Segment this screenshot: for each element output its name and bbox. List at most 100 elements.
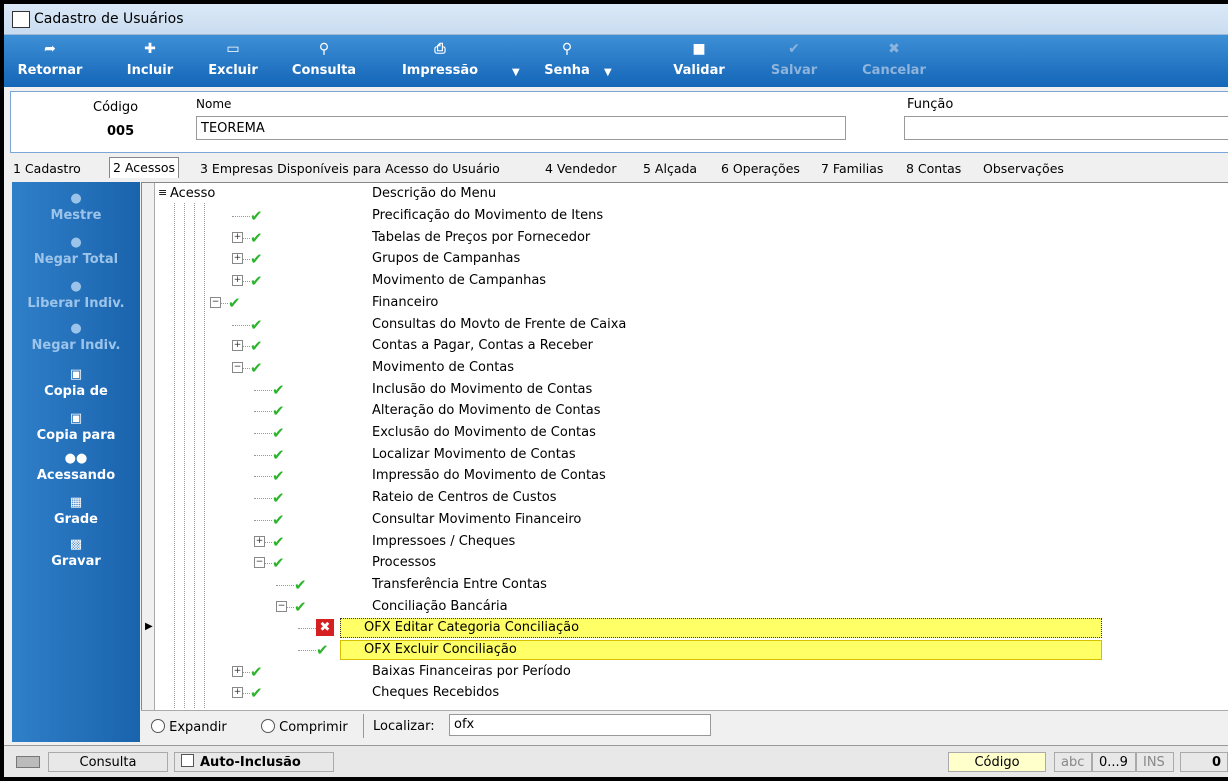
collapse-node-icon[interactable]: − [210, 296, 221, 308]
tab-empresas[interactable]: 3 Empresas Disponíveis para Acesso do Us… [197, 159, 503, 179]
tree-row[interactable]: + ✔ Grupos de Campanhas [154, 248, 1228, 270]
expand-node-icon[interactable]: + [232, 340, 243, 352]
tree-row[interactable]: ✔ OFX Excluir Conciliação [154, 639, 1228, 661]
copia-para-button[interactable]: ▣ Copia para [12, 412, 140, 444]
copia-de-button[interactable]: ▣ Copia de [12, 368, 140, 400]
column-menu-icon[interactable]: ≡ [158, 186, 167, 199]
access-allowed-icon[interactable]: ✔ [272, 533, 285, 551]
negar-indiv-button[interactable]: ● Negar Indiv. [12, 322, 140, 354]
access-tree-grid[interactable]: ≡ Acesso Descrição do Menu ✔ Precificação… [141, 182, 1228, 711]
funcao-input[interactable] [904, 116, 1228, 140]
access-allowed-icon[interactable]: ✔ [250, 272, 263, 290]
tree-row[interactable]: − ✔ Processos [154, 552, 1228, 574]
tab-operacoes[interactable]: 6 Operações [718, 159, 803, 179]
access-allowed-icon[interactable]: ✔ [272, 489, 285, 507]
collapse-node-icon[interactable]: − [254, 557, 265, 569]
comprimir-radio[interactable] [261, 719, 275, 733]
access-allowed-icon[interactable]: ✔ [294, 598, 307, 616]
expand-node-icon[interactable]: + [232, 253, 243, 265]
tree-row[interactable]: − ✔ Financeiro [154, 292, 1228, 314]
tree-row[interactable]: ✔ Alteração do Movimento de Contas [154, 400, 1228, 422]
negar-total-button[interactable]: ● Negar Total [12, 236, 140, 268]
incluir-button[interactable]: ✚ Incluir [120, 37, 180, 85]
tree-row[interactable]: ✔ Inclusão do Movimento de Contas [154, 379, 1228, 401]
access-allowed-icon[interactable]: ✔ [250, 229, 263, 247]
tab-cadastro[interactable]: 1 Cadastro [10, 159, 84, 179]
grade-button[interactable]: ▦ Grade [12, 496, 140, 528]
access-allowed-icon[interactable]: ✔ [250, 250, 263, 268]
access-allowed-icon[interactable]: ✔ [250, 359, 263, 377]
tree-row[interactable]: + ✔ Impressoes / Cheques [154, 531, 1228, 553]
access-allowed-icon[interactable]: ✔ [272, 446, 285, 464]
excluir-button[interactable]: ▭ Excluir [202, 37, 264, 85]
menu-description: OFX Editar Categoria Conciliação [364, 620, 580, 636]
tree-row[interactable]: ✔ Localizar Movimento de Contas [154, 444, 1228, 466]
tree-row[interactable]: + ✔ Tabelas de Preços por Fornecedor [154, 227, 1228, 249]
tree-row[interactable]: + ✔ Cheques Recebidos [154, 682, 1228, 704]
tab-familias[interactable]: 7 Familias [818, 159, 886, 179]
tree-row[interactable]: ✔ Consultas do Movto de Frente de Caixa [154, 314, 1228, 336]
cancelar-button[interactable]: ✖ Cancelar [856, 37, 932, 85]
localizar-input[interactable]: ofx [449, 714, 711, 736]
expand-node-icon[interactable]: + [232, 231, 243, 243]
consulta-button[interactable]: ⚲ Consulta [284, 37, 364, 85]
auto-inclusao-checkbox[interactable]: Auto-Inclusão [174, 752, 334, 772]
access-allowed-icon[interactable]: ✔ [272, 402, 285, 420]
collapse-node-icon[interactable]: − [276, 600, 287, 612]
expand-node-icon[interactable]: + [232, 275, 243, 287]
mestre-button[interactable]: ● Mestre [12, 192, 140, 224]
access-allowed-icon[interactable]: ✔ [294, 576, 307, 594]
access-allowed-icon[interactable]: ✔ [272, 424, 285, 442]
menu-description: Transferência Entre Contas [372, 576, 547, 592]
access-allowed-icon[interactable]: ✔ [250, 316, 263, 334]
senha-dropdown-caret[interactable]: ▼ [604, 67, 612, 78]
tree-row[interactable]: − ✔ Conciliação Bancária [154, 596, 1228, 618]
tree-row[interactable]: + ✔ Baixas Financeiras por Período [154, 661, 1228, 683]
access-allowed-icon[interactable]: ✔ [272, 511, 285, 529]
gravar-button[interactable]: ▩ Gravar [12, 538, 140, 570]
access-allowed-icon[interactable]: ✔ [272, 381, 285, 399]
tree-row[interactable]: ✔ Impressão do Movimento de Contas [154, 465, 1228, 487]
acessando-button[interactable]: ●● Acessando [12, 452, 140, 484]
expand-node-icon[interactable]: + [254, 535, 265, 547]
impressao-button[interactable]: ⎙ Impressão [390, 37, 490, 85]
access-allowed-icon[interactable]: ✔ [250, 684, 263, 702]
access-allowed-icon[interactable]: ✔ [272, 467, 285, 485]
liberar-indiv-button[interactable]: ● Liberar Indiv. [12, 280, 140, 312]
access-denied-icon[interactable]: ✖ [316, 619, 334, 637]
nome-input[interactable]: TEOREMA [196, 116, 846, 140]
tree-row[interactable]: ✔ Rateio de Centros de Custos [154, 487, 1228, 509]
salvar-button[interactable]: ✔ Salvar [764, 37, 824, 85]
expand-node-icon[interactable]: + [232, 687, 243, 699]
tab-contas[interactable]: 8 Contas [903, 159, 964, 179]
tree-row[interactable]: ✔ Precificação do Movimento de Itens [154, 205, 1228, 227]
column-descricao-header[interactable]: Descrição do Menu [372, 186, 496, 201]
tab-vendedor[interactable]: 4 Vendedor [542, 159, 619, 179]
retornar-button[interactable]: ➦ Retornar [10, 37, 90, 85]
access-allowed-icon[interactable]: ✔ [316, 641, 329, 659]
tab-acessos[interactable]: 2 Acessos [109, 157, 180, 178]
tree-row[interactable]: ▶ ✖ OFX Editar Categoria Conciliação [145, 617, 1228, 639]
access-allowed-icon[interactable]: ✔ [250, 663, 263, 681]
tree-row[interactable]: − ✔ Movimento de Contas [154, 357, 1228, 379]
comprimir-option[interactable]: Comprimir [261, 719, 348, 735]
tab-observacoes[interactable]: Observações [980, 159, 1067, 179]
tab-alcada[interactable]: 5 Alçada [640, 159, 700, 179]
access-allowed-icon[interactable]: ✔ [272, 554, 285, 572]
impressao-dropdown-caret[interactable]: ▼ [512, 67, 520, 78]
tree-row[interactable]: + ✔ Movimento de Campanhas [154, 270, 1228, 292]
collapse-node-icon[interactable]: − [232, 361, 243, 373]
access-allowed-icon[interactable]: ✔ [250, 337, 263, 355]
column-acesso-header[interactable]: Acesso [170, 186, 215, 201]
tree-row[interactable]: ✔ Exclusão do Movimento de Contas [154, 422, 1228, 444]
validar-button[interactable]: ■ Validar [664, 37, 734, 85]
senha-button[interactable]: ⚲ Senha [532, 37, 602, 85]
access-allowed-icon[interactable]: ✔ [228, 294, 241, 312]
tree-row[interactable]: ✔ Transferência Entre Contas [154, 574, 1228, 596]
expandir-option[interactable]: Expandir [151, 719, 227, 735]
expand-node-icon[interactable]: + [232, 665, 243, 677]
access-allowed-icon[interactable]: ✔ [250, 207, 263, 225]
expandir-radio[interactable] [151, 719, 165, 733]
tree-row[interactable]: + ✔ Contas a Pagar, Contas a Receber [154, 335, 1228, 357]
tree-row[interactable]: ✔ Consultar Movimento Financeiro [154, 509, 1228, 531]
